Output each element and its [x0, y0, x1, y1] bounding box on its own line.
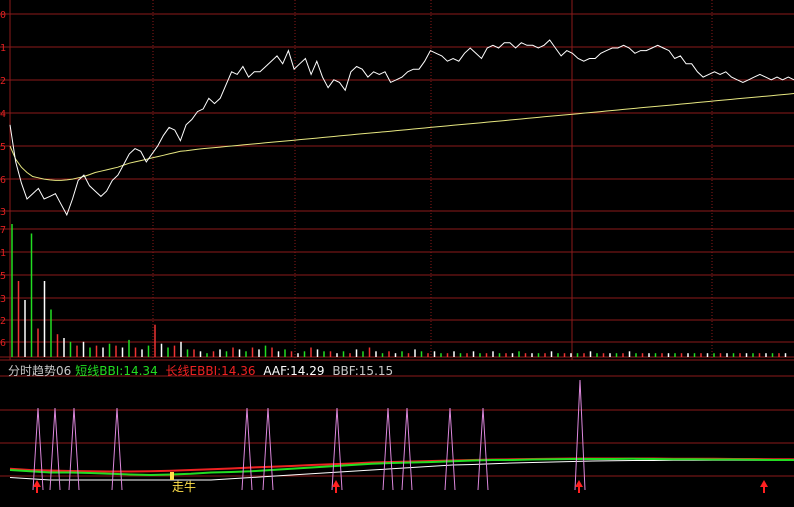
aaf-value: 14.29 — [290, 364, 325, 378]
price-axis-tick: 1 — [0, 43, 6, 54]
indicator-name: 分时趋势06 — [8, 364, 72, 378]
signal-label: 走牛 — [172, 480, 197, 494]
long-ebbi-value: 14.36 — [221, 364, 256, 378]
indicator-spike — [444, 407, 456, 491]
indicator-spike — [262, 407, 274, 491]
indicator-spike — [111, 407, 123, 491]
indicator-spike — [401, 407, 413, 491]
volume-axis-tick: 6 — [0, 338, 6, 349]
price-axis-tick: 2 — [0, 76, 6, 87]
price-axis-tick: 0 — [0, 10, 6, 21]
aaf-label: AAF: — [263, 364, 291, 378]
volume-axis-tick: 1 — [0, 248, 6, 259]
bbf-label: BBF: — [332, 364, 359, 378]
indicator-info-bar: 分时趋势06 短线BBI:14.34 长线EBBI:14.36 AAF:14.29… — [8, 362, 397, 379]
price-axis-tick: 3 — [0, 207, 6, 218]
indicator-spike — [574, 379, 586, 491]
indicator-spike — [477, 407, 489, 491]
long-ebbi-label: 长线EBBI: — [165, 364, 222, 378]
volume-axis-tick: 2 — [0, 316, 6, 327]
indicator-spike — [331, 407, 343, 491]
intraday-chart: 0 1 2 4 5 6 3 7 1 5 3 2 6 — [0, 0, 794, 493]
up-arrow-icon — [332, 480, 340, 487]
short-bbi-label: 短线BBI: — [75, 364, 124, 378]
indicator-spike — [32, 407, 44, 491]
price-axis-tick: 5 — [0, 142, 6, 153]
up-arrow-icon — [33, 480, 41, 487]
indicator-spike — [49, 407, 61, 491]
volume-axis-tick: 7 — [0, 225, 6, 236]
volume-axis-tick: 5 — [0, 271, 6, 282]
price-axis-tick: 4 — [0, 109, 6, 120]
volume-axis-tick: 3 — [0, 294, 6, 305]
short-bbi-value: 14.34 — [123, 364, 158, 378]
avg-price-line — [9, 92, 794, 181]
indicator-spike — [68, 407, 80, 491]
bbf-value: 15.15 — [358, 364, 394, 378]
indicator-spike — [382, 407, 394, 491]
price-axis-tick: 6 — [0, 175, 6, 186]
up-arrow-icon — [760, 480, 768, 487]
up-arrow-icon — [575, 480, 583, 487]
price-line — [9, 39, 794, 217]
